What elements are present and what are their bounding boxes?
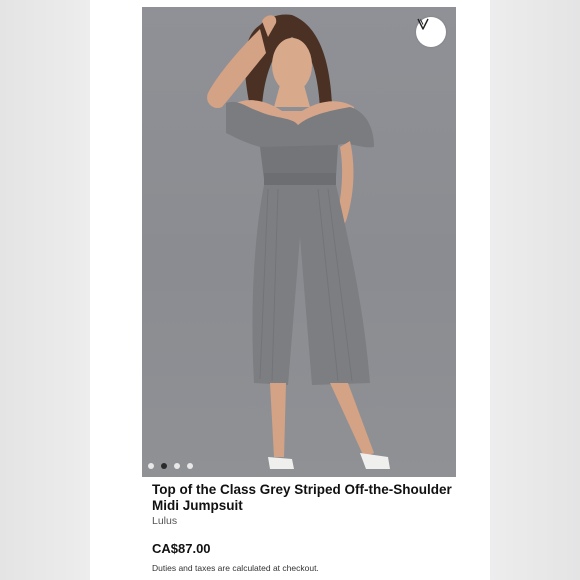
tax-note: Duties and taxes are calculated at check… xyxy=(152,563,319,573)
gallery-dot[interactable] xyxy=(187,463,193,469)
product-price: CA$87.00 xyxy=(152,541,211,556)
gallery-pagination xyxy=(148,463,193,469)
product-image[interactable] xyxy=(142,7,456,477)
product-card: Top of the Class Grey Striped Off-the-Sh… xyxy=(90,0,490,580)
gallery-dot[interactable] xyxy=(174,463,180,469)
right-backdrop xyxy=(490,0,580,580)
gallery-dot-active[interactable] xyxy=(161,463,167,469)
product-brand[interactable]: Lulus xyxy=(152,515,177,527)
product-title[interactable]: Top of the Class Grey Striped Off-the-Sh… xyxy=(152,482,452,514)
favorite-button[interactable] xyxy=(416,17,446,47)
model-illustration xyxy=(207,14,390,469)
left-backdrop xyxy=(0,0,90,580)
gallery-dot[interactable] xyxy=(148,463,154,469)
heart-v-icon xyxy=(417,18,429,30)
